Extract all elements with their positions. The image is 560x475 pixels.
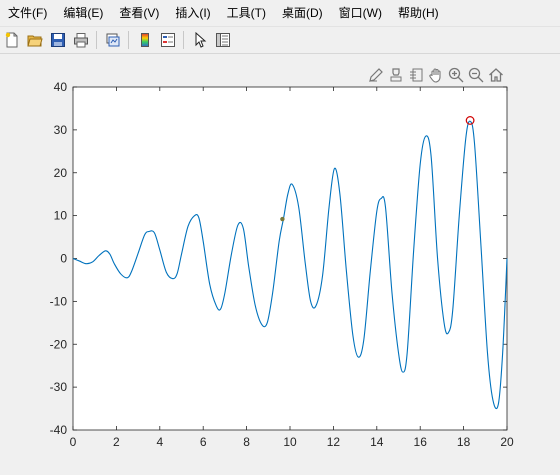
toolbar-separator <box>128 31 129 49</box>
save-icon[interactable] <box>47 29 69 51</box>
menu-insert[interactable]: 插入(I) <box>167 0 218 26</box>
figure-canvas <box>0 55 560 475</box>
new-figure-icon[interactable] <box>1 29 23 51</box>
brush-icon[interactable] <box>366 65 386 85</box>
menu-edit[interactable]: 编辑(E) <box>55 0 111 26</box>
menu-file[interactable]: 文件(F) <box>0 0 55 26</box>
legend-icon[interactable] <box>157 29 179 51</box>
menu-view[interactable]: 查看(V) <box>111 0 167 26</box>
edit-plot-arrow-icon[interactable] <box>189 29 211 51</box>
menu-desktop[interactable]: 桌面(D) <box>274 0 331 26</box>
toolbar-separator <box>96 31 97 49</box>
link-plot-icon[interactable] <box>102 29 124 51</box>
zoom-in-icon[interactable] <box>446 65 466 85</box>
colorbar-icon[interactable] <box>134 29 156 51</box>
open-file-icon[interactable] <box>24 29 46 51</box>
menu-tools[interactable]: 工具(T) <box>219 0 274 26</box>
print-icon[interactable] <box>70 29 92 51</box>
axes-toolbar <box>366 64 506 86</box>
toolbar-separator <box>183 31 184 49</box>
link-icon[interactable] <box>406 65 426 85</box>
pan-icon[interactable] <box>426 65 446 85</box>
menu-bar: 文件(F) 编辑(E) 查看(V) 插入(I) 工具(T) 桌面(D) 窗口(W… <box>0 0 560 26</box>
menu-help[interactable]: 帮助(H) <box>390 0 447 26</box>
menu-window[interactable]: 窗口(W) <box>331 0 390 26</box>
home-icon[interactable] <box>486 65 506 85</box>
zoom-out-icon[interactable] <box>466 65 486 85</box>
data-cursor-icon[interactable] <box>386 65 406 85</box>
figure-toolbar <box>0 26 560 54</box>
property-inspector-icon[interactable] <box>212 29 234 51</box>
